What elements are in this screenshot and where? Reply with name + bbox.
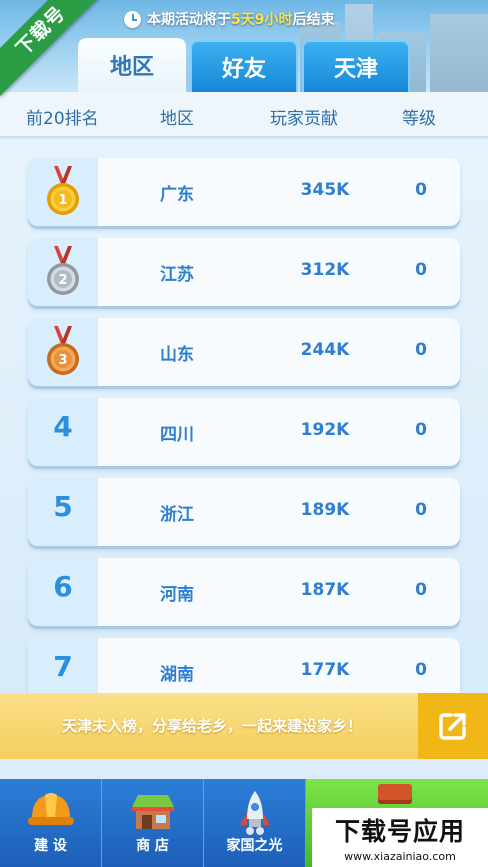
share-icon <box>439 713 466 740</box>
gold-medal-icon: 1 <box>47 166 79 215</box>
row-contribution: 312K <box>300 260 350 280</box>
ranking-row-7: 7 湖南 177K 0 <box>28 638 460 693</box>
row-contribution: 345K <box>300 180 350 200</box>
row-contribution: 177K <box>300 660 350 680</box>
row-level: 0 <box>415 260 427 280</box>
watermark-brand: 下载号应用 www.xiazainiao.com <box>312 808 488 867</box>
notice-countdown: 5天9小时 <box>231 12 293 28</box>
nav-label: 家国之光 <box>226 838 283 854</box>
nav-shop-button[interactable]: 商 店 <box>102 779 204 867</box>
brand-name: 下载号应用 <box>334 817 465 846</box>
row-contribution: 189K <box>300 500 350 520</box>
row-level: 0 <box>415 420 427 440</box>
bronze-medal-icon: 3 <box>47 326 79 375</box>
row-region: 河南 <box>160 585 194 605</box>
ranking-row-4: 4 四川 192K 0 <box>28 398 460 466</box>
share-button[interactable] <box>418 693 488 759</box>
event-countdown-notice: 本期活动将于5天9小时后结束 <box>124 9 334 29</box>
ranking-row-5: 5 浙江 189K 0 <box>28 478 460 546</box>
ranking-row-1: 1 广东 345K 0 <box>28 158 460 226</box>
rank-number: 7 <box>53 650 73 683</box>
column-header-bar: 前20排名 地区 玩家贡献 等级 <box>0 92 488 138</box>
ranking-list[interactable]: 1 广东 345K 0 2 江苏 312K 0 3 山东 244K 0 4 四川… <box>0 140 488 693</box>
brand-url: www.xiazainiao.com <box>344 850 456 863</box>
tab-tianjin[interactable]: 天津 <box>302 40 410 92</box>
col-region: 地区 <box>160 109 194 129</box>
tab-friends[interactable]: 好友 <box>190 40 298 92</box>
row-contribution: 244K <box>300 340 350 360</box>
row-region: 湖南 <box>160 665 194 685</box>
nav-national-light-button[interactable]: 家国之光 <box>204 779 306 867</box>
rocket-icon <box>239 791 270 835</box>
hard-hat-icon <box>27 793 74 825</box>
ranking-row-6: 6 河南 187K 0 <box>28 558 460 626</box>
row-region: 浙江 <box>160 505 194 525</box>
nav-build-button[interactable]: 建 设 <box>0 779 102 867</box>
clock-icon <box>124 10 141 28</box>
silver-medal-icon: 2 <box>47 246 79 295</box>
col-contribution: 玩家贡献 <box>270 109 338 129</box>
row-region: 江苏 <box>160 265 194 285</box>
brick-icon <box>378 784 412 804</box>
notice-prefix: 本期活动将于 <box>147 12 231 28</box>
row-level: 0 <box>415 180 427 200</box>
svg-text:1: 1 <box>58 193 67 208</box>
ranking-row-2: 2 江苏 312K 0 <box>28 238 460 306</box>
notice-suffix: 后结束 <box>292 12 335 28</box>
row-contribution: 192K <box>300 420 350 440</box>
rank-number: 4 <box>53 410 73 443</box>
nav-label: 建 设 <box>34 838 67 854</box>
rank-number: 6 <box>53 570 73 603</box>
col-rank: 前20排名 <box>26 109 99 129</box>
tab-region[interactable]: 地区 <box>78 38 186 92</box>
nav-label: 商 店 <box>136 838 169 854</box>
share-message: 天津未入榜，分享给老乡，一起来建设家乡！ <box>62 717 363 735</box>
row-level: 0 <box>415 660 427 680</box>
svg-text:3: 3 <box>58 353 67 368</box>
col-level: 等级 <box>402 109 436 129</box>
row-contribution: 187K <box>300 580 350 600</box>
row-region: 四川 <box>160 425 194 445</box>
row-level: 0 <box>415 580 427 600</box>
ranking-row-3: 3 山东 244K 0 <box>28 318 460 386</box>
shop-icon <box>131 795 174 829</box>
rank-number: 5 <box>53 490 73 523</box>
row-region: 广东 <box>160 185 194 205</box>
row-level: 0 <box>415 500 427 520</box>
share-banner[interactable]: 天津未入榜，分享给老乡，一起来建设家乡！ <box>0 693 488 759</box>
svg-text:2: 2 <box>58 273 67 288</box>
row-level: 0 <box>415 340 427 360</box>
row-region: 山东 <box>160 345 194 365</box>
